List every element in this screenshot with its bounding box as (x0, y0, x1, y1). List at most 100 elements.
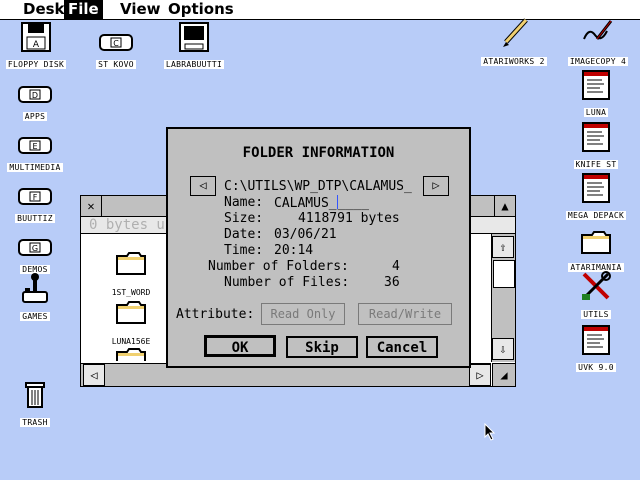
down-arrow-icon[interactable]: ⇩ (492, 338, 514, 360)
icon-label: FLOPPY DISK (5, 60, 67, 69)
drive-letter: G (32, 244, 38, 253)
desktop-icon-atarimania[interactable]: ATARIMANIA (558, 223, 634, 274)
name-blank: ____ (337, 196, 369, 211)
icon-label: MEGA DEPACK (565, 211, 627, 220)
left-arrow-icon[interactable]: ◁ (83, 364, 105, 386)
attribute-label: Attribute: (176, 307, 255, 322)
drive-letter: D (32, 91, 38, 100)
desktop-icon-mega-depack[interactable]: MEGA DEPACK (558, 171, 634, 222)
time-label: Time: (224, 243, 264, 258)
icon-label: LABRABUUTTI (163, 60, 225, 69)
menu-desk[interactable]: Desk (19, 0, 69, 19)
icon-label: UVK 9.0 (576, 363, 616, 372)
time-value: 20:14 (274, 243, 314, 258)
icon-label: BUUTTIZ (15, 214, 55, 223)
menu-options[interactable]: Options (164, 0, 238, 19)
pencil-icon (503, 18, 528, 47)
drive-letter: A (33, 40, 40, 50)
up-arrow-icon[interactable]: ▲ (494, 196, 515, 216)
icon-label: MULTIMEDIA (7, 163, 63, 172)
desktop-icon-floppy[interactable]: A FLOPPY DISK (0, 20, 74, 71)
document-window-icon (582, 70, 610, 100)
folder-label: LUNA156E (109, 337, 153, 346)
joystick-icon (22, 273, 48, 303)
scroll-thumb[interactable] (493, 260, 515, 288)
desktop-icon-apps[interactable]: D APPS (0, 72, 73, 123)
size-label: Size: (224, 211, 264, 226)
path-text: C:\UTILS\WP_DTP\CALAMUS_ (224, 179, 412, 194)
document-window-icon (582, 122, 610, 152)
icon-label: APPS (22, 112, 48, 121)
desktop-icon-games[interactable]: GAMES (0, 272, 73, 323)
right-arrow-icon[interactable]: ▷ (423, 176, 449, 196)
folder-icon (116, 252, 146, 275)
drive-letter: E (32, 142, 37, 151)
icon-label: LUNA (583, 108, 609, 117)
icon-label: IMAGECOPY 4 (567, 57, 629, 66)
folder-icon (581, 231, 611, 254)
files-value: 36 (384, 275, 400, 290)
read-write-button[interactable]: Read/Write (358, 303, 452, 325)
desktop-icon-uvk[interactable]: UVK 9.0 (558, 323, 634, 374)
drive-letter: F (33, 193, 38, 202)
folder-info-dialog: FOLDER INFORMATION ◁ C:\UTILS\WP_DTP\CAL… (166, 127, 471, 368)
folder-icon (116, 348, 146, 361)
icon-label: TRASH (20, 418, 50, 427)
desktop-icon-knife[interactable]: KNIFE ST (558, 120, 634, 171)
folders-label: Number of Folders: (208, 259, 349, 274)
desktop-icon-labrabuutti[interactable]: LABRABUUTTI (156, 20, 232, 71)
size-value: 4118791 bytes (298, 211, 400, 226)
floppy-disk-icon: A (21, 22, 51, 52)
folders-value: 4 (392, 259, 400, 274)
left-arrow-icon[interactable]: ◁ (190, 176, 216, 196)
document-window-icon (582, 173, 610, 203)
folder-label: 1ST_WORD (109, 288, 153, 297)
icon-label: ST KOVO (96, 60, 136, 69)
resize-icon[interactable]: ◢ (492, 363, 515, 386)
folder-item[interactable]: 1ST_WORD (93, 250, 169, 299)
date-value: 03/06/21 (274, 227, 337, 242)
desktop-icon-trash[interactable]: TRASH (0, 378, 73, 429)
mouse-pointer-icon (484, 423, 496, 441)
hard-drive-icon: G (18, 239, 52, 256)
menu-file[interactable]: File (64, 0, 103, 19)
folder-item[interactable]: LUNA156E (93, 299, 169, 348)
cancel-button[interactable]: Cancel (366, 336, 438, 358)
desktop-icon-multimedia[interactable]: E MULTIMEDIA (0, 123, 73, 174)
up-arrow-icon[interactable]: ⇧ (492, 236, 514, 258)
desktop-icon-utils[interactable]: UTILS (558, 270, 634, 321)
dialog-title: FOLDER INFORMATION (242, 145, 395, 161)
desktop-icon-imagecopy[interactable]: IMAGECOPY 4 (560, 17, 636, 68)
date-label: Date: (224, 227, 264, 242)
desktop-icon-demos[interactable]: G DEMOS (0, 225, 73, 276)
icon-label: ATARIWORKS 2 (481, 57, 547, 66)
files-label: Number of Files: (224, 275, 350, 290)
desktop-icon-st-kovo[interactable]: C ST KOVO (78, 20, 154, 71)
name-value: CALAMUS_ (274, 196, 337, 211)
document-window-icon (582, 325, 610, 355)
folder-icon (116, 301, 146, 324)
desktop-icon-luna[interactable]: LUNA (558, 68, 634, 119)
read-only-button[interactable]: Read Only (261, 303, 345, 325)
vertical-scrollbar[interactable]: ⇧ ⇩ (491, 234, 515, 362)
desktop-icon-atariworks[interactable]: ATARIWORKS 2 (476, 17, 552, 68)
icon-label: GAMES (20, 312, 50, 321)
name-field[interactable]: CALAMUS_____ (274, 195, 369, 212)
right-arrow-icon[interactable]: ▷ (469, 364, 491, 386)
folder-item[interactable] (93, 346, 169, 361)
tools-icon (582, 271, 611, 300)
hard-drive-icon: C (99, 34, 133, 51)
menu-view[interactable]: View (116, 0, 165, 19)
desktop-icon-buuttiz[interactable]: F BUUTTIZ (0, 174, 73, 225)
hard-drive-icon: F (18, 188, 52, 205)
skip-button[interactable]: Skip (286, 336, 358, 358)
hard-drive-icon: E (18, 137, 52, 154)
drive-letter: C (113, 39, 119, 48)
disk-icon (179, 22, 209, 52)
signature-icon (583, 20, 613, 40)
close-icon[interactable]: ✕ (81, 196, 102, 216)
hard-drive-icon: D (18, 86, 52, 103)
trash-icon (25, 382, 45, 408)
ok-button[interactable]: OK (204, 335, 276, 357)
name-label: Name: (224, 195, 264, 210)
